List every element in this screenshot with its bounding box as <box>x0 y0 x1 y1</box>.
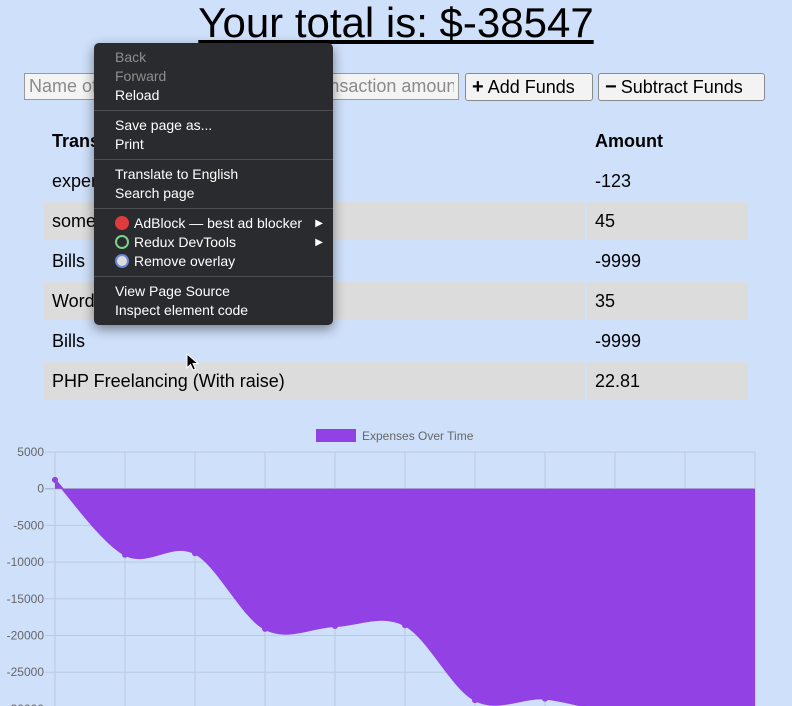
table-row: PHP Freelancing (With raise) 22.81 <box>44 362 748 400</box>
menu-divider <box>94 208 333 209</box>
table-row: Bills -9999 <box>44 322 748 360</box>
data-point <box>262 625 268 632</box>
menu-item-print[interactable]: Print <box>115 135 325 154</box>
subtract-funds-button[interactable]: − Subtract Funds <box>598 73 765 101</box>
data-point <box>542 695 548 702</box>
menu-divider <box>94 276 333 277</box>
menu-item-save-page[interactable]: Save page as... <box>115 116 325 135</box>
chart-plot: 5000 0 -5000 -10000 -15000 -20000 -25000 -30000… <box>7 429 756 706</box>
plus-icon: + <box>472 76 484 98</box>
y-tick-label: -5000 <box>13 518 44 532</box>
expenses-chart: 5000 0 -5000 -10000 -15000 -20000 -25000 -30000… <box>7 429 756 706</box>
menu-item-reload[interactable]: Reload <box>115 86 325 105</box>
transaction-amount: -9999 <box>595 330 642 351</box>
minus-icon: − <box>605 76 617 98</box>
menu-item-search-page[interactable]: Search page <box>115 184 325 203</box>
menu-item-back[interactable]: Back <box>115 48 325 67</box>
remove-overlay-icon <box>115 254 129 268</box>
total-heading: Your total is: $-38547 <box>198 0 594 46</box>
transaction-amount: 22.81 <box>587 362 748 400</box>
transaction-amount: 45 <box>587 202 748 240</box>
menu-item-redux-label: Redux DevTools <box>134 234 236 250</box>
submenu-arrow-icon: ▶ <box>315 218 323 229</box>
menu-item-inspect[interactable]: Inspect element code <box>115 301 325 320</box>
header-amount: Amount <box>595 130 663 151</box>
menu-item-translate[interactable]: Translate to English <box>115 165 325 184</box>
transaction-amount: 35 <box>587 282 748 320</box>
y-tick-label: -30000 <box>7 702 45 706</box>
add-funds-label: Add Funds <box>487 76 575 97</box>
mouse-pointer-icon <box>186 353 200 371</box>
menu-item-remove-overlay[interactable]: Remove overlay <box>115 252 325 271</box>
legend-label: Expenses Over Time <box>362 429 474 443</box>
adblock-hand-icon <box>115 216 129 230</box>
redux-devtools-icon <box>115 235 129 249</box>
y-tick-label: 5000 <box>17 445 44 459</box>
menu-divider <box>94 159 333 160</box>
y-tick-label: -20000 <box>7 629 45 643</box>
transaction-amount: -9999 <box>595 250 642 271</box>
submenu-arrow-icon: ▶ <box>315 237 323 248</box>
y-tick-label: -25000 <box>7 665 45 679</box>
y-tick-label: -15000 <box>7 592 45 606</box>
y-tick-label: -10000 <box>7 555 45 569</box>
context-menu: Back Forward Reload Save page as... Prin… <box>94 43 333 325</box>
transaction-name: PHP Freelancing (With raise) <box>44 362 585 400</box>
data-point <box>472 697 478 704</box>
menu-item-adblock-label: AdBlock — best ad blocker <box>134 215 303 231</box>
data-point <box>192 550 198 557</box>
menu-item-remove-overlay-label: Remove overlay <box>134 253 236 269</box>
y-tick-label: 0 <box>37 482 44 496</box>
subtract-funds-label: Subtract Funds <box>620 76 743 97</box>
data-point <box>402 622 408 629</box>
menu-item-adblock[interactable]: AdBlock — best ad blocker ▶ <box>115 214 325 233</box>
data-point <box>122 551 128 558</box>
data-point <box>52 476 58 483</box>
transaction-amount: -123 <box>595 170 632 191</box>
menu-item-redux-devtools[interactable]: Redux DevTools ▶ <box>115 233 325 252</box>
add-funds-button[interactable]: + Add Funds <box>465 73 593 101</box>
menu-divider <box>94 110 333 111</box>
menu-item-forward[interactable]: Forward <box>115 67 325 86</box>
transaction-name: Bills <box>52 330 86 351</box>
legend-swatch <box>316 429 356 442</box>
data-point <box>332 622 338 629</box>
menu-item-view-source[interactable]: View Page Source <box>115 282 325 301</box>
